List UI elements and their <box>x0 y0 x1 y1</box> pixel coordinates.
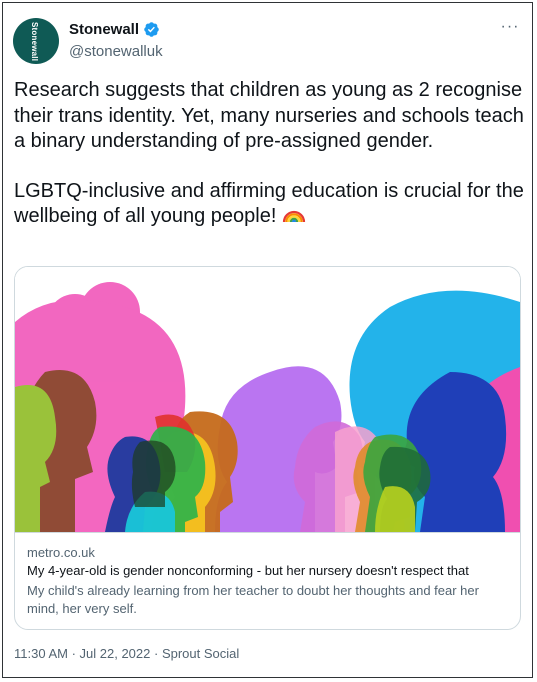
display-name[interactable]: Stonewall <box>69 21 139 38</box>
avatar-logo-text: Stonewall <box>30 22 39 62</box>
verified-badge-icon <box>144 22 159 37</box>
card-image[interactable] <box>15 267 520 532</box>
card-title[interactable]: My 4-year-old is gender nonconforming - … <box>27 563 469 578</box>
tweet-paragraph-2: LGBTQ-inclusive and affirming education … <box>14 179 524 230</box>
link-card[interactable]: metro.co.uk My 4-year-old is gender nonc… <box>14 266 521 630</box>
tweet-container: Stonewall Stonewall @stonewalluk ··· Res… <box>2 2 533 678</box>
tweet-paragraph-2-text: LGBTQ-inclusive and affirming education … <box>14 179 524 228</box>
name-row: Stonewall <box>69 21 160 38</box>
tweet-time[interactable]: 11:30 AM <box>14 646 68 661</box>
footer-separator: · <box>67 646 80 661</box>
tweet-footer: 11:30 AM · Jul 22, 2022 · Sprout Social <box>14 646 239 661</box>
footer-separator: · <box>150 646 162 661</box>
card-domain: metro.co.uk <box>27 545 95 560</box>
handle[interactable]: @stonewalluk <box>69 43 163 60</box>
tweet-source[interactable]: Sprout Social <box>162 646 239 661</box>
card-description: My child's already learning from her tea… <box>27 583 479 616</box>
avatar[interactable]: Stonewall <box>13 18 59 64</box>
rainbow-icon <box>282 210 306 223</box>
tweet-header: Stonewall Stonewall @stonewalluk ··· <box>13 18 523 66</box>
tweet-paragraph-1: Research suggests that children as young… <box>14 79 524 152</box>
more-options-icon[interactable]: ··· <box>499 19 521 38</box>
tweet-date[interactable]: Jul 22, 2022 <box>80 646 151 661</box>
tweet-text: Research suggests that children as young… <box>14 78 524 230</box>
card-meta: metro.co.uk My 4-year-old is gender nonc… <box>15 532 520 629</box>
